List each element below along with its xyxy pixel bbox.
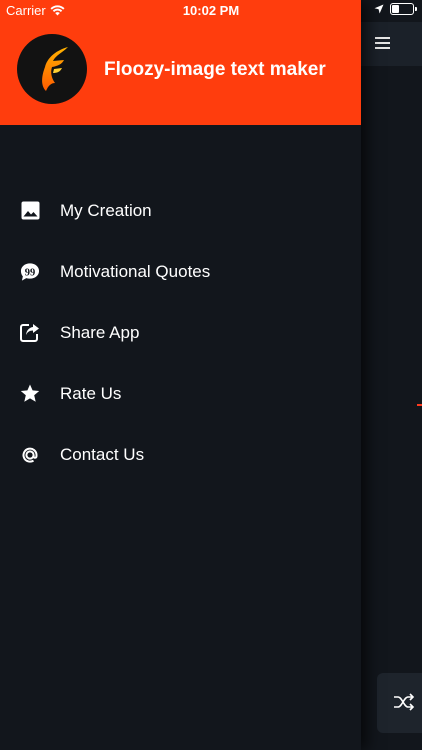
svg-text:99: 99 bbox=[25, 267, 35, 278]
menu-item-share-app[interactable]: Share App bbox=[0, 302, 361, 363]
shuffle-button[interactable] bbox=[377, 673, 422, 733]
menu-item-label: Rate Us bbox=[60, 383, 122, 403]
navigation-drawer: Floozy-image text maker My Creation 99 M… bbox=[0, 0, 361, 750]
menu-item-contact-us[interactable]: Contact Us bbox=[0, 424, 361, 485]
status-bar: Carrier 10:02 PM bbox=[0, 0, 422, 22]
menu-item-label: My Creation bbox=[60, 200, 152, 220]
app-title: Floozy-image text maker bbox=[104, 59, 326, 80]
menu-item-label: Contact Us bbox=[60, 444, 145, 464]
shuffle-icon bbox=[394, 693, 415, 711]
star-icon bbox=[20, 384, 40, 404]
background-accent-mark bbox=[417, 404, 422, 406]
image-icon bbox=[20, 201, 40, 221]
background-app bbox=[361, 0, 422, 750]
menu-item-label: Motivational Quotes bbox=[60, 261, 211, 281]
menu-item-motivational-quotes[interactable]: 99 Motivational Quotes bbox=[0, 241, 361, 302]
share-icon bbox=[20, 323, 40, 343]
hamburger-icon[interactable] bbox=[375, 37, 390, 49]
battery-icon bbox=[390, 3, 417, 15]
menu-item-rate-us[interactable]: Rate Us bbox=[0, 363, 361, 424]
menu-item-label: Share App bbox=[60, 322, 140, 342]
flame-f-logo-icon bbox=[42, 47, 68, 91]
at-icon bbox=[20, 445, 40, 465]
quote-bubble-icon: 99 bbox=[20, 262, 40, 282]
location-arrow-icon bbox=[374, 4, 384, 14]
menu-item-my-creation[interactable]: My Creation bbox=[0, 180, 361, 241]
background-top-bar bbox=[361, 22, 422, 66]
drawer-menu: My Creation 99 Motivational Quotes Share… bbox=[0, 180, 361, 485]
status-time: 10:02 PM bbox=[182, 3, 240, 18]
app-logo bbox=[17, 34, 87, 104]
